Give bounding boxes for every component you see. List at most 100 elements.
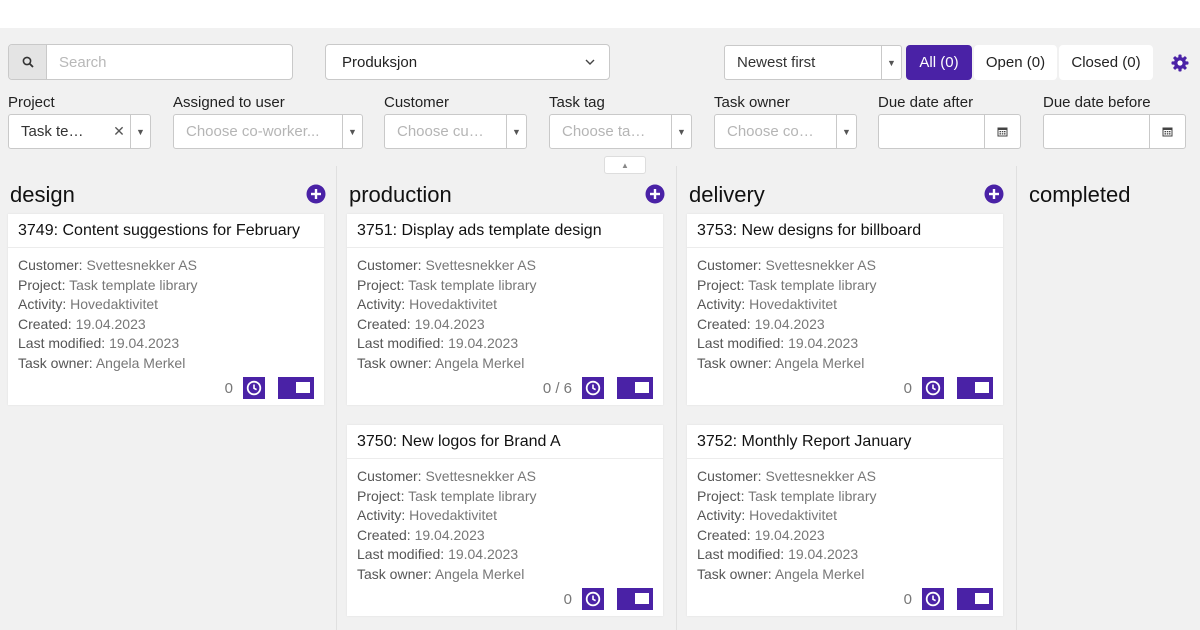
meta-key: Customer: <box>697 468 762 484</box>
created-value: 19.04.2023 <box>75 315 146 332</box>
task-card-title[interactable]: 3752: Monthly Report January <box>687 425 1003 459</box>
time-tracking-button[interactable] <box>922 377 944 399</box>
clear-icon[interactable]: ✕ <box>108 123 130 140</box>
meta-key: Last modified: <box>357 546 445 562</box>
toggle-switch[interactable] <box>617 588 653 610</box>
meta-key: Project: <box>357 487 405 504</box>
subtask-count: 0 <box>903 379 912 397</box>
meta-key: Customer: <box>697 257 762 273</box>
dropdown-arrow-icon: ▼ <box>836 115 856 148</box>
time-tracking-button[interactable] <box>582 588 604 610</box>
activity-value: Hovedaktivitet <box>409 507 498 523</box>
task-card-footer: 0 <box>904 588 993 610</box>
task-card-title[interactable]: 3751: Display ads template design <box>347 214 663 248</box>
subtask-count: 0 <box>563 590 572 608</box>
filter-closed-button[interactable]: Closed (0) <box>1059 45 1153 80</box>
sort-select[interactable]: Newest first ▼ <box>724 45 902 80</box>
toggle-switch[interactable] <box>957 588 993 610</box>
meta-key: Last modified: <box>18 335 106 351</box>
task-tag-filter-label: Task tag <box>549 94 605 111</box>
sort-select-value: Newest first <box>737 54 816 71</box>
meta-key: Activity: <box>357 507 406 523</box>
task-card[interactable]: 3751: Display ads template design Custom… <box>347 214 663 405</box>
column-title: completed <box>1029 182 1131 207</box>
project-value: Task template library <box>748 487 877 504</box>
owner-value: Angela Merkel <box>95 354 186 371</box>
task-owner-filter[interactable]: Choose co… ▼ <box>714 114 857 149</box>
task-card-title[interactable]: 3753: New designs for billboard <box>687 214 1003 248</box>
dropdown-arrow-icon: ▼ <box>342 115 362 148</box>
add-task-icon[interactable] <box>645 184 665 204</box>
meta-key: Project: <box>357 276 405 293</box>
meta-key: Task owner: <box>697 354 772 371</box>
toggle-switch[interactable] <box>957 377 993 399</box>
customer-filter[interactable]: Choose cu… ▼ <box>384 114 527 149</box>
task-card-meta: Customer: Svettesnekker AS Project: Task… <box>347 248 663 373</box>
activity-value: Hovedaktivitet <box>409 296 498 312</box>
toggle-switch[interactable] <box>278 377 314 399</box>
meta-key: Project: <box>697 487 745 504</box>
task-tag-filter[interactable]: Choose ta… ▼ <box>549 114 692 149</box>
task-card[interactable]: 3750: New logos for Brand A Customer: Sv… <box>347 425 663 616</box>
dropdown-arrow-icon: ▼ <box>506 115 526 148</box>
task-card-title[interactable]: 3750: New logos for Brand A <box>347 425 663 459</box>
created-value: 19.04.2023 <box>754 315 825 332</box>
search-box <box>8 44 293 80</box>
meta-key: Customer: <box>357 257 422 273</box>
meta-key: Last modified: <box>697 335 785 351</box>
time-tracking-button[interactable] <box>243 377 265 399</box>
meta-key: Customer: <box>18 257 83 273</box>
meta-key: Created: <box>697 315 751 332</box>
gear-icon[interactable] <box>1171 54 1189 72</box>
filter-open-button[interactable]: Open (0) <box>974 45 1057 80</box>
column-design: design 3749: Content suggestions for Feb… <box>8 166 344 630</box>
meta-key: Task owner: <box>697 565 772 582</box>
customer-filter-label: Customer <box>384 94 450 111</box>
search-input[interactable] <box>47 45 292 79</box>
time-tracking-button[interactable] <box>922 588 944 610</box>
task-tag-filter-placeholder: Choose ta… <box>562 123 646 140</box>
meta-key: Task owner: <box>357 354 432 371</box>
task-card[interactable]: 3752: Monthly Report January Customer: S… <box>687 425 1003 616</box>
owner-value: Angela Merkel <box>434 565 525 582</box>
meta-key: Project: <box>18 276 66 293</box>
modified-value: 19.04.2023 <box>788 335 859 351</box>
customer-value: Svettesnekker AS <box>425 257 536 273</box>
assigned-filter-label: Assigned to user <box>173 94 285 111</box>
meta-key: Project: <box>697 276 745 293</box>
dropdown-arrow-icon: ▼ <box>881 46 901 79</box>
meta-key: Created: <box>18 315 72 332</box>
meta-key: Created: <box>357 315 411 332</box>
meta-key: Created: <box>697 526 751 543</box>
calendar-icon[interactable] <box>984 115 1020 148</box>
add-task-icon[interactable] <box>984 184 1004 204</box>
owner-value: Angela Merkel <box>434 354 525 371</box>
task-card[interactable]: 3749: Content suggestions for February C… <box>8 214 324 405</box>
column-title: delivery <box>689 182 765 207</box>
assigned-filter-placeholder: Choose co-worker... <box>186 123 320 140</box>
time-tracking-button[interactable] <box>582 377 604 399</box>
due-before-field[interactable] <box>1043 114 1186 149</box>
due-before-label: Due date before <box>1043 94 1151 111</box>
clock-icon <box>925 591 941 607</box>
meta-key: Activity: <box>18 296 67 312</box>
due-after-label: Due date after <box>878 94 974 111</box>
meta-key: Last modified: <box>357 335 445 351</box>
project-filter[interactable]: Task te… ✕ ▼ <box>8 114 151 149</box>
search-button[interactable] <box>9 45 47 79</box>
task-card[interactable]: 3753: New designs for billboard Customer… <box>687 214 1003 405</box>
task-card-footer: 0 <box>904 377 993 399</box>
board-select[interactable]: Produksjon <box>325 44 610 80</box>
meta-key: Last modified: <box>697 546 785 562</box>
task-card-footer: 0 / 6 <box>543 377 653 399</box>
task-card-title[interactable]: 3749: Content suggestions for February <box>8 214 324 248</box>
filter-all-button[interactable]: All (0) <box>906 45 972 80</box>
clock-icon <box>925 380 941 396</box>
calendar-icon[interactable] <box>1149 115 1185 148</box>
assigned-filter[interactable]: Choose co-worker... ▼ <box>173 114 363 149</box>
add-task-icon[interactable] <box>306 184 326 204</box>
column-title: design <box>10 182 75 207</box>
toggle-switch[interactable] <box>617 377 653 399</box>
task-card-meta: Customer: Svettesnekker AS Project: Task… <box>8 248 324 373</box>
due-after-field[interactable] <box>878 114 1021 149</box>
